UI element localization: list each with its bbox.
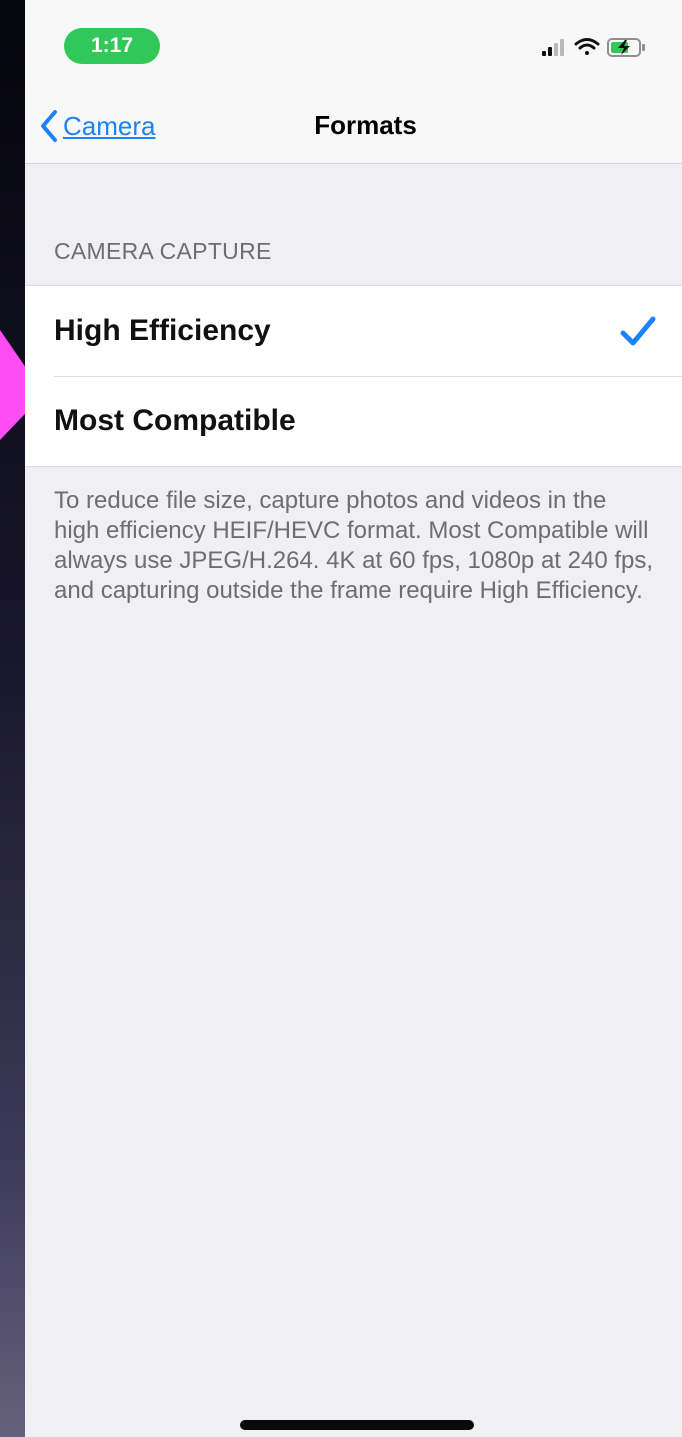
home-indicator[interactable] xyxy=(240,1420,474,1430)
status-bar: 1:17 xyxy=(25,0,682,90)
format-options-list: High Efficiency Most Compatible xyxy=(25,285,682,467)
section-header: CAMERA CAPTURE xyxy=(54,238,272,264)
page-title-text: Formats xyxy=(314,110,417,140)
checkmark-icon xyxy=(620,316,656,346)
phone-screen: 1:17 Camera Formats CAMERA CAPTURE High … xyxy=(25,0,682,1437)
option-most-compatible[interactable]: Most Compatible xyxy=(25,376,682,466)
status-time[interactable]: 1:17 xyxy=(64,28,160,64)
wifi-icon xyxy=(574,38,600,55)
option-label: Most Compatible xyxy=(54,404,296,437)
signal-icon xyxy=(542,39,564,56)
section-footer-description: To reduce file size, capture photos and … xyxy=(54,487,654,604)
option-label: High Efficiency xyxy=(54,314,271,347)
option-high-efficiency[interactable]: High Efficiency xyxy=(25,286,682,376)
page-title: Formats xyxy=(25,110,682,141)
battery-charging-icon xyxy=(607,38,645,57)
navigation-bar: Camera Formats xyxy=(25,90,682,164)
status-icons xyxy=(542,38,645,57)
